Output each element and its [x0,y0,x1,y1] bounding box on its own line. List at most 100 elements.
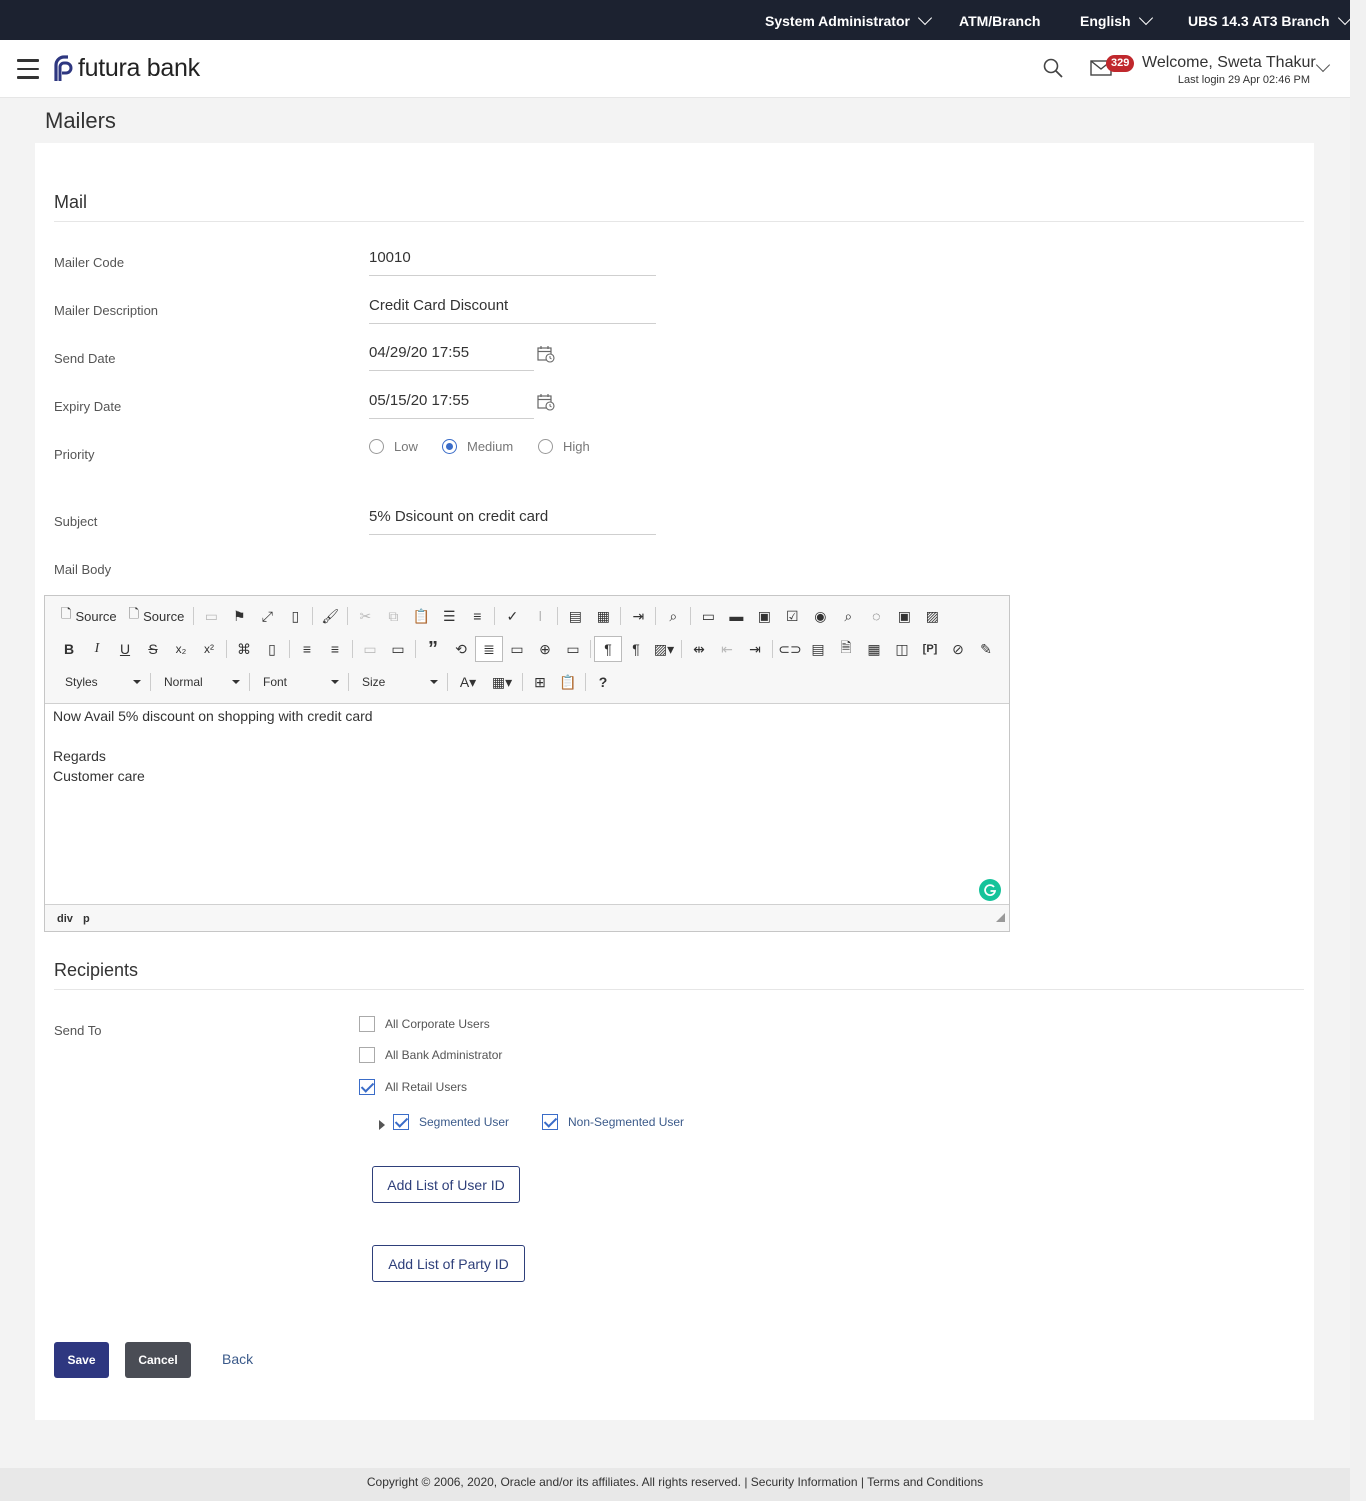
styles-dropdown[interactable]: Styles [55,670,147,694]
copy-formatting-icon[interactable]: ⌘ [230,636,258,662]
resize-handle-icon[interactable] [996,913,1005,922]
save-button[interactable]: Save [54,1342,109,1378]
anchor-field-icon[interactable]: ▭ [503,636,531,662]
add-party-id-list-button[interactable]: Add List of Party ID [372,1245,525,1282]
iframe-icon[interactable]: ◫ [888,636,916,662]
all-retail-users-checkbox[interactable]: All Retail Users [359,1079,467,1095]
editor-content[interactable]: Now Avail 5% discount on shopping with c… [53,706,373,786]
menu-icon[interactable] [17,59,39,79]
button-field-icon[interactable]: ▭ [559,636,587,662]
textarea-icon[interactable]: ▣ [750,603,778,629]
new-page-icon[interactable]: ▯ [281,603,309,629]
blockquote-icon[interactable]: ” [419,636,447,662]
back-link[interactable]: Back [222,1351,253,1367]
mailer-description-field[interactable]: Credit Card Discount [369,297,656,324]
image-button-icon[interactable]: ▣ [890,603,918,629]
select-icon[interactable]: ▭ [356,636,384,662]
scrollbar[interactable] [1350,0,1366,1501]
background-color-icon[interactable]: ▦▾ [485,669,519,695]
cancel-button[interactable]: Cancel [125,1342,191,1378]
numbered-list-icon[interactable]: ≡ [463,603,491,629]
size-dropdown[interactable]: Size [352,670,444,694]
justify-icon[interactable]: ≣ [475,636,503,662]
all-corporate-users-checkbox[interactable]: All Corporate Users [359,1016,490,1032]
send-date-field[interactable]: 04/29/20 17:55 [369,344,534,371]
flash-icon[interactable]: ◉ [806,603,834,629]
spellcheck-icon[interactable]: ✓ [498,603,526,629]
preview-icon[interactable]: ▭ [197,603,225,629]
paint-icon[interactable]: 🖌 [316,603,344,629]
zoom-icon[interactable]: ⌕ [834,603,862,629]
flag-icon[interactable]: ⚑ [225,603,253,629]
calendar-icon[interactable] [537,345,555,363]
cut-icon[interactable]: ✂ [351,603,379,629]
branch-selector[interactable]: UBS 14.3 AT3 Branch [1188,10,1352,29]
mailer-code-field[interactable]: 10010 [369,249,656,276]
priority-radio-low[interactable]: Low [369,439,418,454]
globe-icon[interactable]: ⊕ [531,636,559,662]
role-selector[interactable]: System Administrator [765,10,933,29]
indent-increase-icon[interactable]: ⇥ [741,636,769,662]
segmented-user-checkbox[interactable]: Segmented User [393,1114,509,1130]
table-icon[interactable]: ▤ [804,636,832,662]
align-center-icon[interactable]: ≡ [321,636,349,662]
dropdown-field-icon[interactable]: ▭ [384,636,412,662]
location-link[interactable]: ATM/Branch [959,13,1040,29]
outdent-icon[interactable]: ⇤ [713,636,741,662]
image-icon[interactable]: ▨ [918,603,946,629]
grammarly-icon[interactable] [979,879,1001,901]
text-direction-ltr-icon[interactable]: ¶ [594,636,622,662]
source-button[interactable]: 🗋 Source [55,603,123,629]
strikethrough-icon[interactable]: S [139,636,167,662]
language-selector[interactable]: English [1080,10,1153,29]
bulleted-list-icon[interactable]: ☰ [435,603,463,629]
unlink-icon[interactable]: ⊘ [944,636,972,662]
indent-icon[interactable]: ⇥ [624,603,652,629]
help-icon[interactable]: ? [589,669,617,695]
subject-field[interactable]: 5% Dsicount on credit card [369,508,656,535]
block-icon[interactable]: ▦ [589,603,617,629]
checkbox-icon[interactable]: ☑ [778,603,806,629]
add-user-id-list-button[interactable]: Add List of User ID [372,1166,520,1203]
non-segmented-user-checkbox[interactable]: Non-Segmented User [542,1114,684,1130]
edit-icon[interactable]: ✎ [972,636,1000,662]
format-dropdown[interactable]: Normal [154,670,246,694]
calendar-icon[interactable] [537,393,555,411]
link-icon[interactable]: ⊂⊃ [776,636,804,662]
underline-icon[interactable]: U [111,636,139,662]
placeholder-icon[interactable]: [P] [916,636,944,662]
subscript-icon[interactable]: x₂ [167,636,195,662]
find-replace-icon[interactable]: ⌕ [659,603,687,629]
preview-doc-icon[interactable]: 🗎 [832,636,860,662]
superscript-icon[interactable]: x² [195,636,223,662]
expand-arrow-icon[interactable] [379,1120,385,1130]
remove-format-icon[interactable]: Ⅰ [526,603,554,629]
all-bank-administrator-checkbox[interactable]: All Bank Administrator [359,1047,502,1063]
align-right-icon[interactable]: ≡ [293,636,321,662]
priority-radio-high[interactable]: High [538,439,590,454]
font-dropdown[interactable]: Font [253,670,345,694]
path-p[interactable]: p [83,913,90,925]
bold-icon[interactable]: B [55,636,83,662]
brand-logo[interactable]: futura bank [50,54,200,83]
text-color-icon[interactable]: A▾ [451,669,485,695]
creatediv-icon[interactable]: ⟲ [447,636,475,662]
copy-icon[interactable]: ⧉ [379,603,407,629]
welcome-text[interactable]: Welcome, Sweta Thakur [1142,54,1316,72]
path-div[interactable]: div [57,913,73,925]
priority-radio-medium[interactable]: Medium [442,439,513,454]
source-button[interactable]: 🗋 Source [123,603,191,629]
bidi-icon[interactable]: ⇹ [685,636,713,662]
paste-word-icon[interactable]: 📋 [554,669,582,695]
hidden-field-icon[interactable]: ◌ [862,603,890,629]
div-container-icon[interactable]: ▤ [561,603,589,629]
showblocks-icon[interactable]: ▦ [860,636,888,662]
maximize-icon[interactable]: ⤢ [253,603,281,629]
image-dropdown-icon[interactable]: ▨▾ [650,636,678,662]
template-icon[interactable]: ▯ [258,636,286,662]
expiry-date-field[interactable]: 05/15/20 17:55 [369,392,534,419]
page-break-icon[interactable]: ⊞ [526,669,554,695]
italic-icon[interactable]: I [83,636,111,662]
textfield-icon[interactable]: ▬ [722,603,750,629]
text-direction-rtl-icon[interactable]: ¶ [622,636,650,662]
